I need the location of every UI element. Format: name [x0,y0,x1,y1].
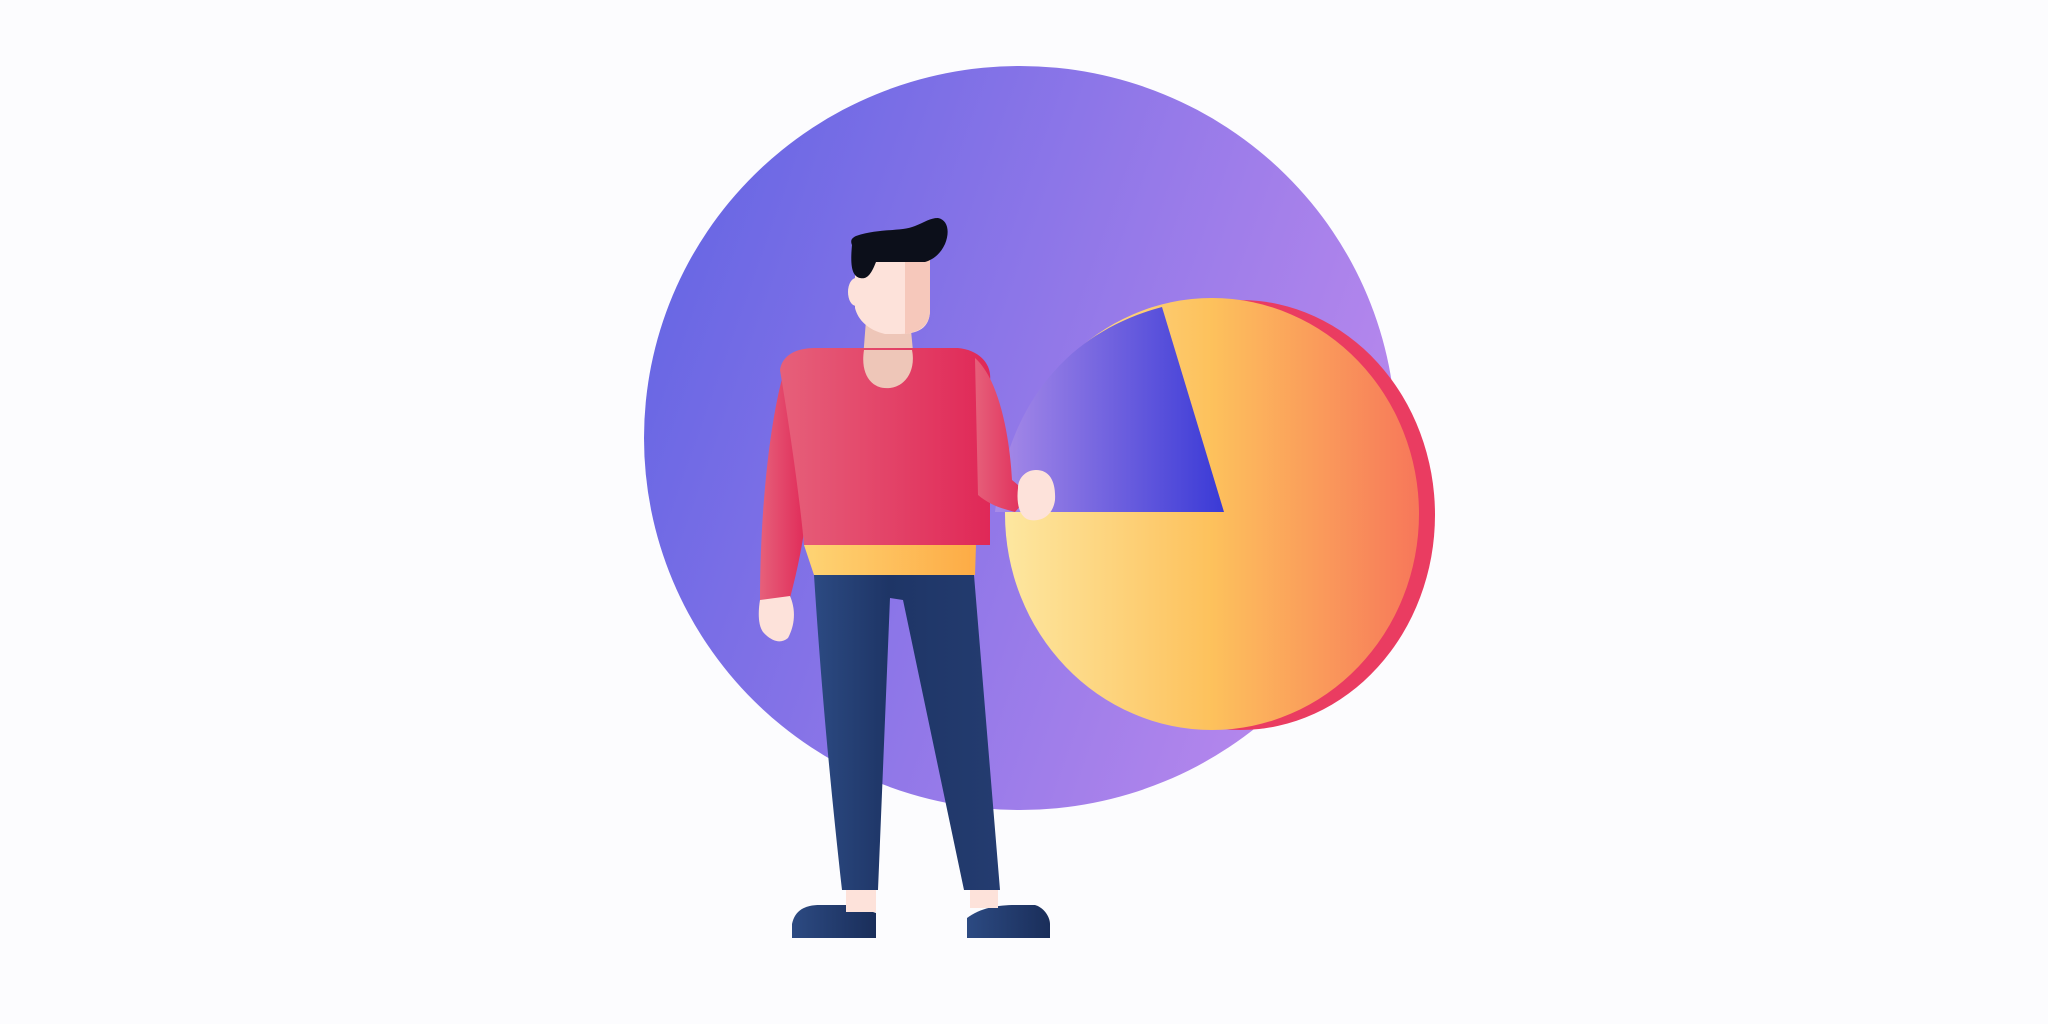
right-shoe [967,905,1050,938]
left-ankle [846,890,876,912]
right-ankle [970,890,998,908]
face-shadow [905,250,930,334]
belt [804,545,976,575]
illustration-canvas [644,66,1435,938]
ear [848,278,864,306]
illustration-scene [0,0,2048,1024]
right-hand [1017,470,1056,521]
